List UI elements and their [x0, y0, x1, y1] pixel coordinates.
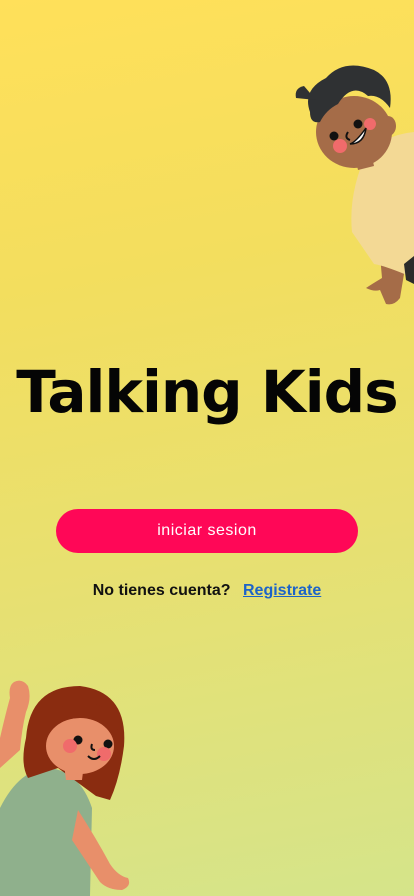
signup-prompt: No tienes cuenta?	[92, 582, 231, 599]
signup-row: No tienes cuenta? Registrate	[0, 582, 414, 600]
girl-illustration	[0, 680, 130, 896]
signup-link[interactable]: Registrate	[243, 582, 321, 599]
app-title: Talking Kids	[16, 358, 398, 426]
login-button[interactable]: iniciar sesion	[56, 509, 358, 553]
welcome-screen: Talking Kids iniciar sesion No tienes cu…	[0, 0, 414, 896]
boy-illustration	[295, 65, 414, 305]
